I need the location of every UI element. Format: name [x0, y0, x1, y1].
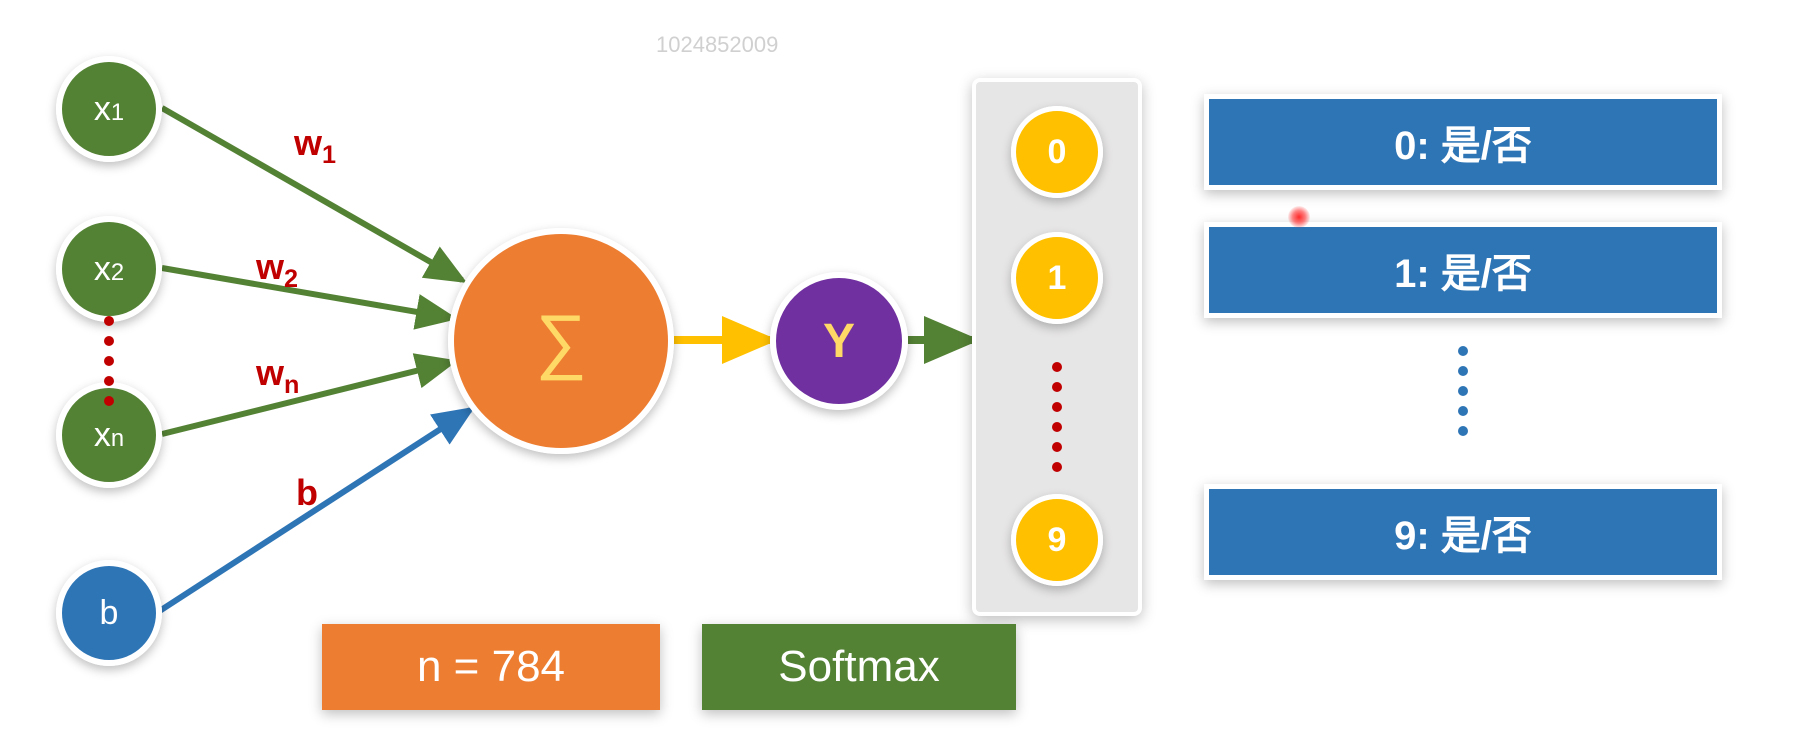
- weight-label-b: b: [296, 472, 318, 514]
- diagram-stage: 1024852009 x1 x2 xn b w1 w2 wn b ∑ Y 0 1: [0, 0, 1810, 737]
- output-label-0: 0: [1048, 133, 1067, 172]
- class-text-1: 1: 是/否: [1394, 241, 1532, 299]
- y-node: Y: [770, 272, 908, 410]
- annotation-softmax: Softmax: [702, 624, 1016, 710]
- watermark: 1024852009: [656, 32, 778, 58]
- class-box-1: 1: 是/否: [1204, 222, 1722, 318]
- ellipsis-outputs: [1052, 362, 1062, 472]
- annotation-n: n = 784: [322, 624, 660, 710]
- sum-label: ∑: [535, 300, 586, 382]
- y-label: Y: [823, 314, 855, 369]
- input-node-x2: x2: [56, 216, 162, 322]
- weight-label-w1: w1: [294, 122, 336, 170]
- class-text-9: 9: 是/否: [1394, 503, 1532, 561]
- input-node-x1: x1: [56, 56, 162, 162]
- bias-label: b: [100, 594, 119, 633]
- ellipsis-classes: [1458, 346, 1468, 436]
- output-panel: 0 1 9: [972, 78, 1142, 616]
- bias-node: b: [56, 560, 162, 666]
- class-text-0: 0: 是/否: [1394, 113, 1532, 171]
- class-box-0: 0: 是/否: [1204, 94, 1722, 190]
- output-node-1: 1: [1011, 232, 1103, 324]
- input-label-x1: x1: [94, 90, 124, 129]
- input-label-x2: x2: [94, 250, 124, 289]
- weight-label-wn: wn: [256, 352, 299, 400]
- laser-pointer-icon: [1288, 206, 1310, 228]
- class-box-9: 9: 是/否: [1204, 484, 1722, 580]
- output-node-9: 9: [1011, 494, 1103, 586]
- ellipsis-inputs: [104, 316, 114, 406]
- output-node-0: 0: [1011, 106, 1103, 198]
- output-label-1: 1: [1048, 259, 1067, 298]
- sum-node: ∑: [448, 228, 674, 454]
- input-label-xn: xn: [94, 416, 124, 455]
- weight-label-w2: w2: [256, 246, 298, 294]
- output-label-9: 9: [1048, 521, 1067, 560]
